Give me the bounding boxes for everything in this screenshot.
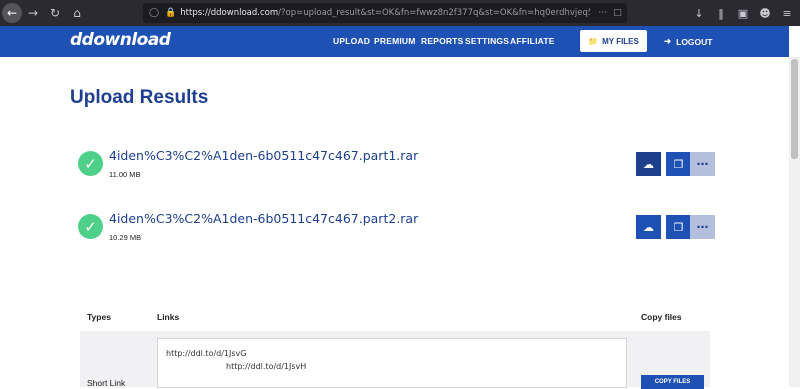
lock-icon: 🔒 [165, 8, 177, 18]
file-name[interactable]: 4iden%C3%C2%A1den-6b0511c47c467.part1.ra… [109, 148, 418, 163]
nav-affiliate[interactable]: AFFILIATE [510, 36, 555, 46]
cloud-download-icon: ☁ [643, 157, 654, 171]
nav-upload[interactable]: UPLOAD [333, 36, 370, 46]
logout-label: LOGOUT [676, 36, 713, 47]
shield-icon[interactable]: ◯ [149, 8, 159, 18]
site-logo[interactable]: ddownload [70, 30, 171, 50]
link-item: http://ddl.to/d/1JsvH [226, 362, 307, 371]
site-header: ddownload UPLOAD PREMIUM REPORTS SETTING… [0, 26, 789, 57]
sidebar-icon[interactable]: ▣ [734, 3, 752, 23]
file-row: ✓ 4iden%C3%C2%A1den-6b0511c47c467.part2.… [78, 211, 718, 251]
page-title: Upload Results [70, 87, 209, 108]
logout-icon: ➜ [664, 36, 672, 46]
page-actions-icon[interactable]: ⋯ [598, 8, 607, 18]
nav-premium[interactable]: PREMIUM [374, 36, 416, 46]
menu-icon[interactable]: ≡ [778, 3, 796, 23]
library-icon[interactable]: ‖ [712, 3, 730, 23]
my-files-label: MY FILES [602, 36, 639, 46]
scroll-thumb[interactable] [791, 59, 798, 159]
address-bar[interactable]: ◯ 🔒 https://ddownload.com/?op=upload_res… [143, 3, 627, 23]
url-text[interactable]: https://ddownload.com/?op=upload_result&… [180, 8, 590, 18]
check-icon: ✓ [78, 151, 103, 176]
more-icon: ⋯ [696, 157, 709, 171]
header-copy-files: Copy files [641, 312, 682, 322]
header-links: Links [157, 312, 180, 322]
header-types: Types [87, 312, 111, 322]
links-table: Types Links Copy files Short Link http:/… [80, 300, 710, 389]
file-row: ✓ 4iden%C3%C2%A1den-6b0511c47c467.part1.… [78, 148, 718, 188]
browser-toolbar: ← → ↻ ⌂ ◯ 🔒 https://ddownload.com/?op=up… [0, 0, 800, 26]
file-size: 11.00 MB [109, 170, 141, 179]
more-options-button[interactable]: ⋯ [690, 152, 715, 176]
copy-button[interactable]: ❐ [666, 215, 691, 239]
check-icon: ✓ [78, 214, 103, 239]
download-icon[interactable]: ↓ [690, 3, 708, 23]
forward-arrow-icon[interactable]: → [22, 2, 44, 24]
reload-icon[interactable]: ↻ [44, 2, 66, 24]
copy-icon: ❐ [673, 157, 684, 171]
nav-settings[interactable]: SETTINGS [465, 36, 509, 46]
logout-link[interactable]: ➜ LOGOUT [664, 36, 712, 47]
nav-reports[interactable]: REPORTS [421, 36, 464, 46]
more-options-button[interactable]: ⋯ [690, 215, 715, 239]
copy-icon: ❐ [673, 220, 684, 234]
my-files-button[interactable]: 📁 MY FILES [580, 30, 647, 52]
file-name[interactable]: 4iden%C3%C2%A1den-6b0511c47c467.part2.ra… [109, 211, 418, 226]
home-icon[interactable]: ⌂ [66, 2, 88, 24]
cloud-download-button[interactable]: ☁ [636, 152, 661, 176]
account-icon[interactable]: ☻ [756, 3, 774, 23]
back-arrow-icon[interactable]: ← [2, 3, 22, 23]
links-textarea[interactable]: http://ddl.to/d/1JsvG http://ddl.to/d/1J… [157, 338, 627, 388]
pocket-icon[interactable]: □ [613, 8, 622, 18]
copy-button[interactable]: ❐ [666, 152, 691, 176]
folder-icon: 📁 [588, 36, 599, 46]
page-scrollbar[interactable] [789, 57, 800, 387]
file-size: 10.29 MB [109, 233, 142, 242]
cloud-download-icon: ☁ [643, 220, 654, 234]
browser-tools: ↓ ‖ ▣ ☻ ≡ [690, 3, 796, 23]
cloud-download-button[interactable]: ☁ [636, 215, 661, 239]
more-icon: ⋯ [696, 220, 709, 234]
link-item: http://ddl.to/d/1JsvG [166, 349, 247, 358]
table-row: Short Link http://ddl.to/d/1JsvG http://… [80, 331, 710, 389]
